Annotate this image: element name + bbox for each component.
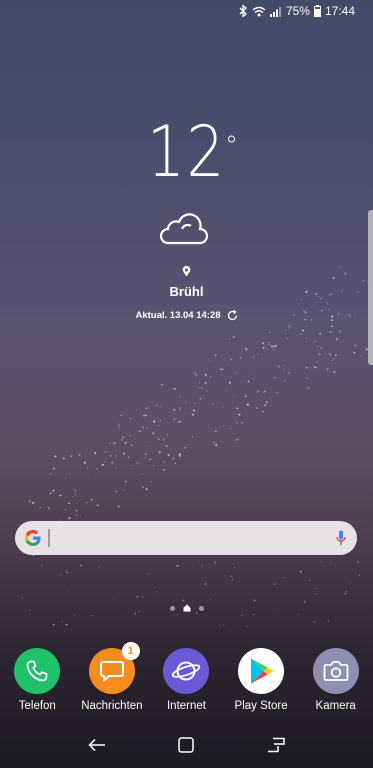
updated-text: Aktual. 13.04 14:28 [135, 310, 221, 321]
app-nachrichten[interactable]: 1 Nachrichten [75, 642, 150, 712]
play-store-icon [251, 658, 274, 684]
degree-symbol: ° [225, 131, 241, 161]
camera-app-icon [312, 648, 359, 694]
temperature-value: 12 [146, 111, 227, 193]
app-internet[interactable]: Internet [149, 648, 224, 712]
app-label: Nachrichten [81, 700, 143, 712]
play-store-app-icon [238, 648, 285, 694]
page-dot[interactable] [198, 605, 204, 611]
clock: 17:44 [324, 4, 355, 18]
phone-icon [26, 660, 48, 682]
bluetooth-icon [239, 5, 247, 17]
internet-app-icon [163, 648, 210, 694]
weather-temperature[interactable]: 12 ° [0, 112, 373, 192]
app-play-store[interactable]: Play Store [224, 648, 299, 712]
recents-icon[interactable] [267, 737, 285, 753]
edge-panel-handle[interactable] [368, 210, 373, 365]
home-icon[interactable] [178, 737, 195, 753]
navigation-bar [0, 722, 373, 768]
message-icon [99, 661, 124, 682]
search-input-cursor[interactable] [48, 529, 50, 547]
battery-percent: 75% [285, 4, 310, 18]
app-label: Internet [166, 700, 206, 712]
status-bar: 75% 17:44 [0, 0, 373, 24]
app-kamera[interactable]: Kamera [298, 648, 373, 712]
mic-icon[interactable] [336, 530, 346, 546]
google-g-icon [25, 530, 41, 546]
page-indicator[interactable] [0, 604, 373, 612]
app-telefon[interactable]: Telefon [0, 648, 75, 712]
app-label: Telefon [18, 700, 56, 712]
app-label: Kamera [315, 700, 356, 712]
weather-updated[interactable]: Aktual. 13.04 14:28 [0, 310, 373, 321]
battery-icon [313, 5, 321, 17]
app-dock: Telefon 1 Nachrichten Internet Play Stor… [0, 642, 373, 712]
page-dot[interactable] [169, 605, 175, 611]
back-icon[interactable] [88, 738, 106, 752]
phone-app-icon [14, 648, 61, 694]
google-search-bar[interactable] [15, 521, 357, 555]
wifi-icon [252, 6, 266, 16]
camera-icon [323, 661, 349, 681]
weather-location[interactable]: Brühl [0, 284, 373, 299]
cloud-icon[interactable] [160, 212, 208, 246]
planet-icon [172, 661, 201, 681]
app-label: Play Store [234, 700, 288, 712]
signal-icon [269, 6, 281, 17]
refresh-icon[interactable] [227, 310, 238, 321]
home-page-icon[interactable] [183, 604, 191, 612]
location-pin-icon [182, 266, 191, 277]
notification-badge: 1 [121, 642, 140, 660]
